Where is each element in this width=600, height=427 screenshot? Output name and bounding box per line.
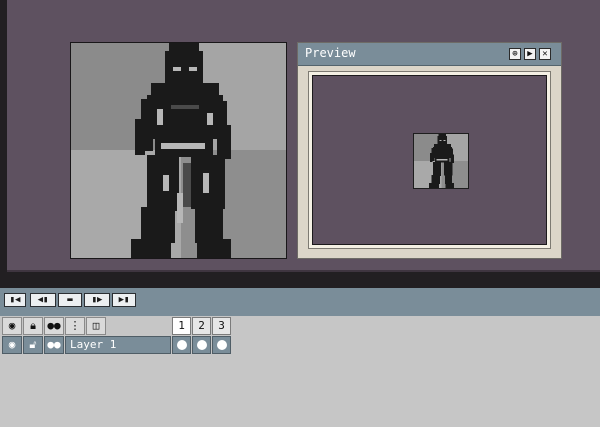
frame-number-1[interactable]: 1: [172, 317, 191, 335]
next-frame-button[interactable]: ▮▶: [84, 293, 110, 307]
preview-titlebar[interactable]: Preview ⊕ ▶ ✕: [298, 43, 561, 66]
link-icon[interactable]: ⋮: [65, 317, 85, 335]
layer-name[interactable]: Layer 1: [65, 336, 171, 354]
onion-skin-icon[interactable]: ●●: [44, 317, 64, 335]
frame-number-3[interactable]: 3: [212, 317, 231, 335]
drawing-canvas[interactable]: [70, 42, 287, 259]
preview-viewport: [312, 75, 547, 245]
layer-visibility-icon[interactable]: ◉: [2, 336, 22, 354]
eye-icon[interactable]: ◉: [2, 317, 22, 335]
workspace: Preview ⊕ ▶ ✕: [0, 0, 600, 288]
lock-icon[interactable]: 🔒︎: [23, 317, 43, 335]
preview-thumbnail: [413, 133, 469, 189]
workspace-area: Preview ⊕ ▶ ✕: [7, 0, 600, 272]
first-frame-button[interactable]: ▮◀: [4, 293, 26, 307]
animation-controls: ▮◀ ◀▮ ▬ ▮▶ ▶▮: [0, 288, 600, 317]
layer-onion-icon[interactable]: ●●: [44, 336, 64, 354]
frame-cel-2[interactable]: [192, 336, 211, 354]
layer-lock-icon[interactable]: 🔓︎: [23, 336, 43, 354]
ninja-sprite: [131, 43, 231, 258]
previous-frame-button[interactable]: ◀▮: [30, 293, 56, 307]
layers-panel: ◉ 🔒︎ ●● ⋮ ◫ 1 2 3 ◉ 🔓︎ ●● Layer 1: [0, 316, 600, 427]
frame-cel-1[interactable]: [172, 336, 191, 354]
layer-row[interactable]: ◉ 🔓︎ ●● Layer 1: [2, 336, 232, 354]
preview-title: Preview: [305, 46, 356, 60]
frame-icon[interactable]: ◫: [86, 317, 106, 335]
last-frame-button[interactable]: ▶▮: [112, 293, 136, 307]
frame-cel-3[interactable]: [212, 336, 231, 354]
play-button[interactable]: ▬: [58, 293, 82, 307]
zoom-icon[interactable]: ⊕: [509, 48, 521, 60]
preview-sprite: [414, 134, 468, 188]
play-icon[interactable]: ▶: [524, 48, 536, 60]
frame-number-2[interactable]: 2: [192, 317, 211, 335]
preview-frame: [308, 71, 551, 249]
close-icon[interactable]: ✕: [539, 48, 551, 60]
preview-panel[interactable]: Preview ⊕ ▶ ✕: [297, 42, 562, 259]
